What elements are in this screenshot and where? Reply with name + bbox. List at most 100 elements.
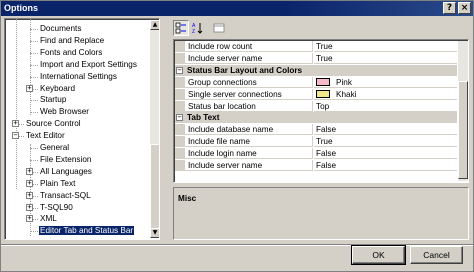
- grid-scroll-thumb[interactable]: [458, 81, 468, 179]
- grid-property-row[interactable]: Include database name False: [175, 124, 457, 136]
- title-bar[interactable]: Options ? ×: [1, 1, 473, 16]
- expand-icon[interactable]: +: [26, 84, 33, 92]
- tree-item-label: T-SQL90: [40, 202, 73, 212]
- row-margin: [175, 100, 185, 112]
- tree-item[interactable]: Keyboard: [39, 83, 76, 94]
- category-label: Status Bar Layout and Colors: [187, 65, 303, 75]
- tree-guide-line: [30, 112, 38, 114]
- tree-item-label: Import and Export Settings: [40, 59, 137, 69]
- tree-item[interactable]: Source Control: [25, 118, 82, 129]
- tree-guide-line: [16, 19, 17, 189]
- tree-item[interactable]: All Languages: [39, 166, 93, 177]
- property-value[interactable]: True: [314, 136, 457, 148]
- grid-property-row[interactable]: Single server connections Khaki: [175, 88, 457, 100]
- categorized-button[interactable]: [173, 20, 189, 36]
- tree-item[interactable]: Transact-SQL: [39, 190, 92, 201]
- tree-scroll-up-button[interactable]: ▲: [150, 20, 159, 30]
- description-title: Misc: [178, 194, 197, 203]
- description-panel: Misc: [173, 187, 469, 240]
- expand-icon[interactable]: +: [26, 167, 33, 175]
- tree-item-label: Text Editor: [26, 131, 65, 141]
- tree-item-label: Fonts and Colors: [40, 47, 103, 57]
- grid-category[interactable]: − Tab Text: [175, 112, 457, 124]
- expand-icon[interactable]: +: [26, 203, 33, 211]
- tree-guide-line: [30, 231, 38, 233]
- color-swatch: [316, 89, 330, 98]
- tree-item[interactable]: Text Editor: [25, 130, 66, 141]
- tree-scroll-thumb[interactable]: [150, 144, 159, 232]
- alphabetical-icon: A Z: [192, 23, 203, 35]
- collapse-icon[interactable]: −: [12, 132, 19, 140]
- row-margin: [175, 41, 185, 52]
- tree-item[interactable]: Editor Tab and Status Bar: [39, 225, 135, 236]
- tree-item[interactable]: XML: [39, 213, 58, 224]
- cancel-button[interactable]: Cancel: [410, 246, 463, 264]
- expand-icon[interactable]: +: [26, 191, 33, 199]
- tree-item-label: Plain Text: [40, 178, 76, 188]
- property-name: Group connections: [185, 76, 313, 88]
- expand-icon[interactable]: +: [26, 179, 33, 187]
- property-name: Include database name: [185, 124, 313, 136]
- grid-property-row[interactable]: Status bar location Top: [175, 100, 457, 112]
- property-name: Status bar location: [185, 100, 313, 112]
- property-value[interactable]: Top: [314, 101, 457, 112]
- property-name: Include row count: [185, 41, 313, 52]
- close-button[interactable]: ×: [458, 2, 471, 14]
- property-value-text: Khaki: [336, 89, 357, 99]
- tree-item[interactable]: Find and Replace: [39, 35, 105, 46]
- property-value[interactable]: False: [314, 148, 457, 160]
- ok-button[interactable]: OK: [351, 245, 406, 265]
- property-pages-button[interactable]: [211, 20, 227, 36]
- tree-item[interactable]: Fonts and Colors: [39, 47, 103, 58]
- property-value-text: False: [316, 149, 337, 159]
- property-grid: Include row count True Include server name…: [173, 39, 469, 183]
- grid-property-row[interactable]: Group connections Pink: [175, 76, 457, 88]
- property-value[interactable]: True: [314, 53, 457, 64]
- tree-item[interactable]: Plain Text: [39, 178, 76, 189]
- tree-item-label: Find and Replace: [40, 35, 105, 45]
- alphabetical-button[interactable]: A Z: [190, 20, 206, 36]
- grid-scrollbar[interactable]: [458, 41, 468, 181]
- tree-item[interactable]: T-SQL90: [39, 202, 74, 213]
- expand-icon[interactable]: +: [26, 215, 33, 223]
- property-value[interactable]: Pink: [314, 77, 457, 88]
- tree-guide-line: [30, 64, 38, 66]
- tree-item[interactable]: File Extension: [39, 154, 92, 165]
- row-margin: [175, 88, 185, 100]
- svg-text:Z: Z: [192, 29, 195, 34]
- property-value[interactable]: False: [314, 124, 457, 136]
- tree-scrollbar[interactable]: ▲ ▼: [150, 20, 159, 238]
- grid-property-row[interactable]: Include row count True: [175, 41, 457, 52]
- property-value[interactable]: False: [314, 160, 457, 171]
- property-name: Include login name: [185, 148, 313, 160]
- options-tree: Documents Find and Replace Fonts and Color…: [4, 18, 160, 240]
- grid-property-row[interactable]: Include server name True: [175, 52, 457, 64]
- collapse-icon[interactable]: −: [176, 66, 183, 74]
- tree-item[interactable]: General: [39, 142, 70, 153]
- tree-item-label: Transact-SQL: [40, 190, 91, 200]
- tree-item-label: Editor Tab and Status Bar: [39, 226, 135, 236]
- grid-category[interactable]: − Status Bar Layout and Colors: [175, 64, 457, 76]
- property-value[interactable]: Khaki: [314, 89, 457, 100]
- tree-item[interactable]: Import and Export Settings: [39, 59, 138, 70]
- tree-item[interactable]: Documents: [39, 23, 82, 34]
- tree-item-label: Keyboard: [40, 83, 76, 93]
- tree-guide-line: [30, 52, 38, 54]
- row-margin: [175, 124, 185, 136]
- grid-property-row[interactable]: Include login name False: [175, 148, 457, 160]
- tree-item[interactable]: International Settings: [39, 71, 118, 82]
- property-name: Include server name: [185, 52, 313, 64]
- tree-item[interactable]: Web Browser: [39, 106, 90, 117]
- property-value[interactable]: True: [314, 41, 457, 52]
- expand-icon[interactable]: +: [12, 120, 19, 128]
- tree-item[interactable]: Startup: [39, 94, 67, 105]
- grid-property-row[interactable]: Include file name True: [175, 136, 457, 148]
- tree-scroll-down-button[interactable]: ▼: [150, 228, 159, 238]
- property-value-text: False: [316, 125, 337, 135]
- grid-property-row[interactable]: Include server name False: [175, 160, 457, 171]
- collapse-icon[interactable]: −: [176, 114, 183, 122]
- tree-item-label: File Extension: [40, 154, 92, 164]
- property-pages-icon: [213, 23, 225, 33]
- help-button[interactable]: ?: [443, 2, 456, 14]
- property-name: Single server connections: [185, 88, 313, 100]
